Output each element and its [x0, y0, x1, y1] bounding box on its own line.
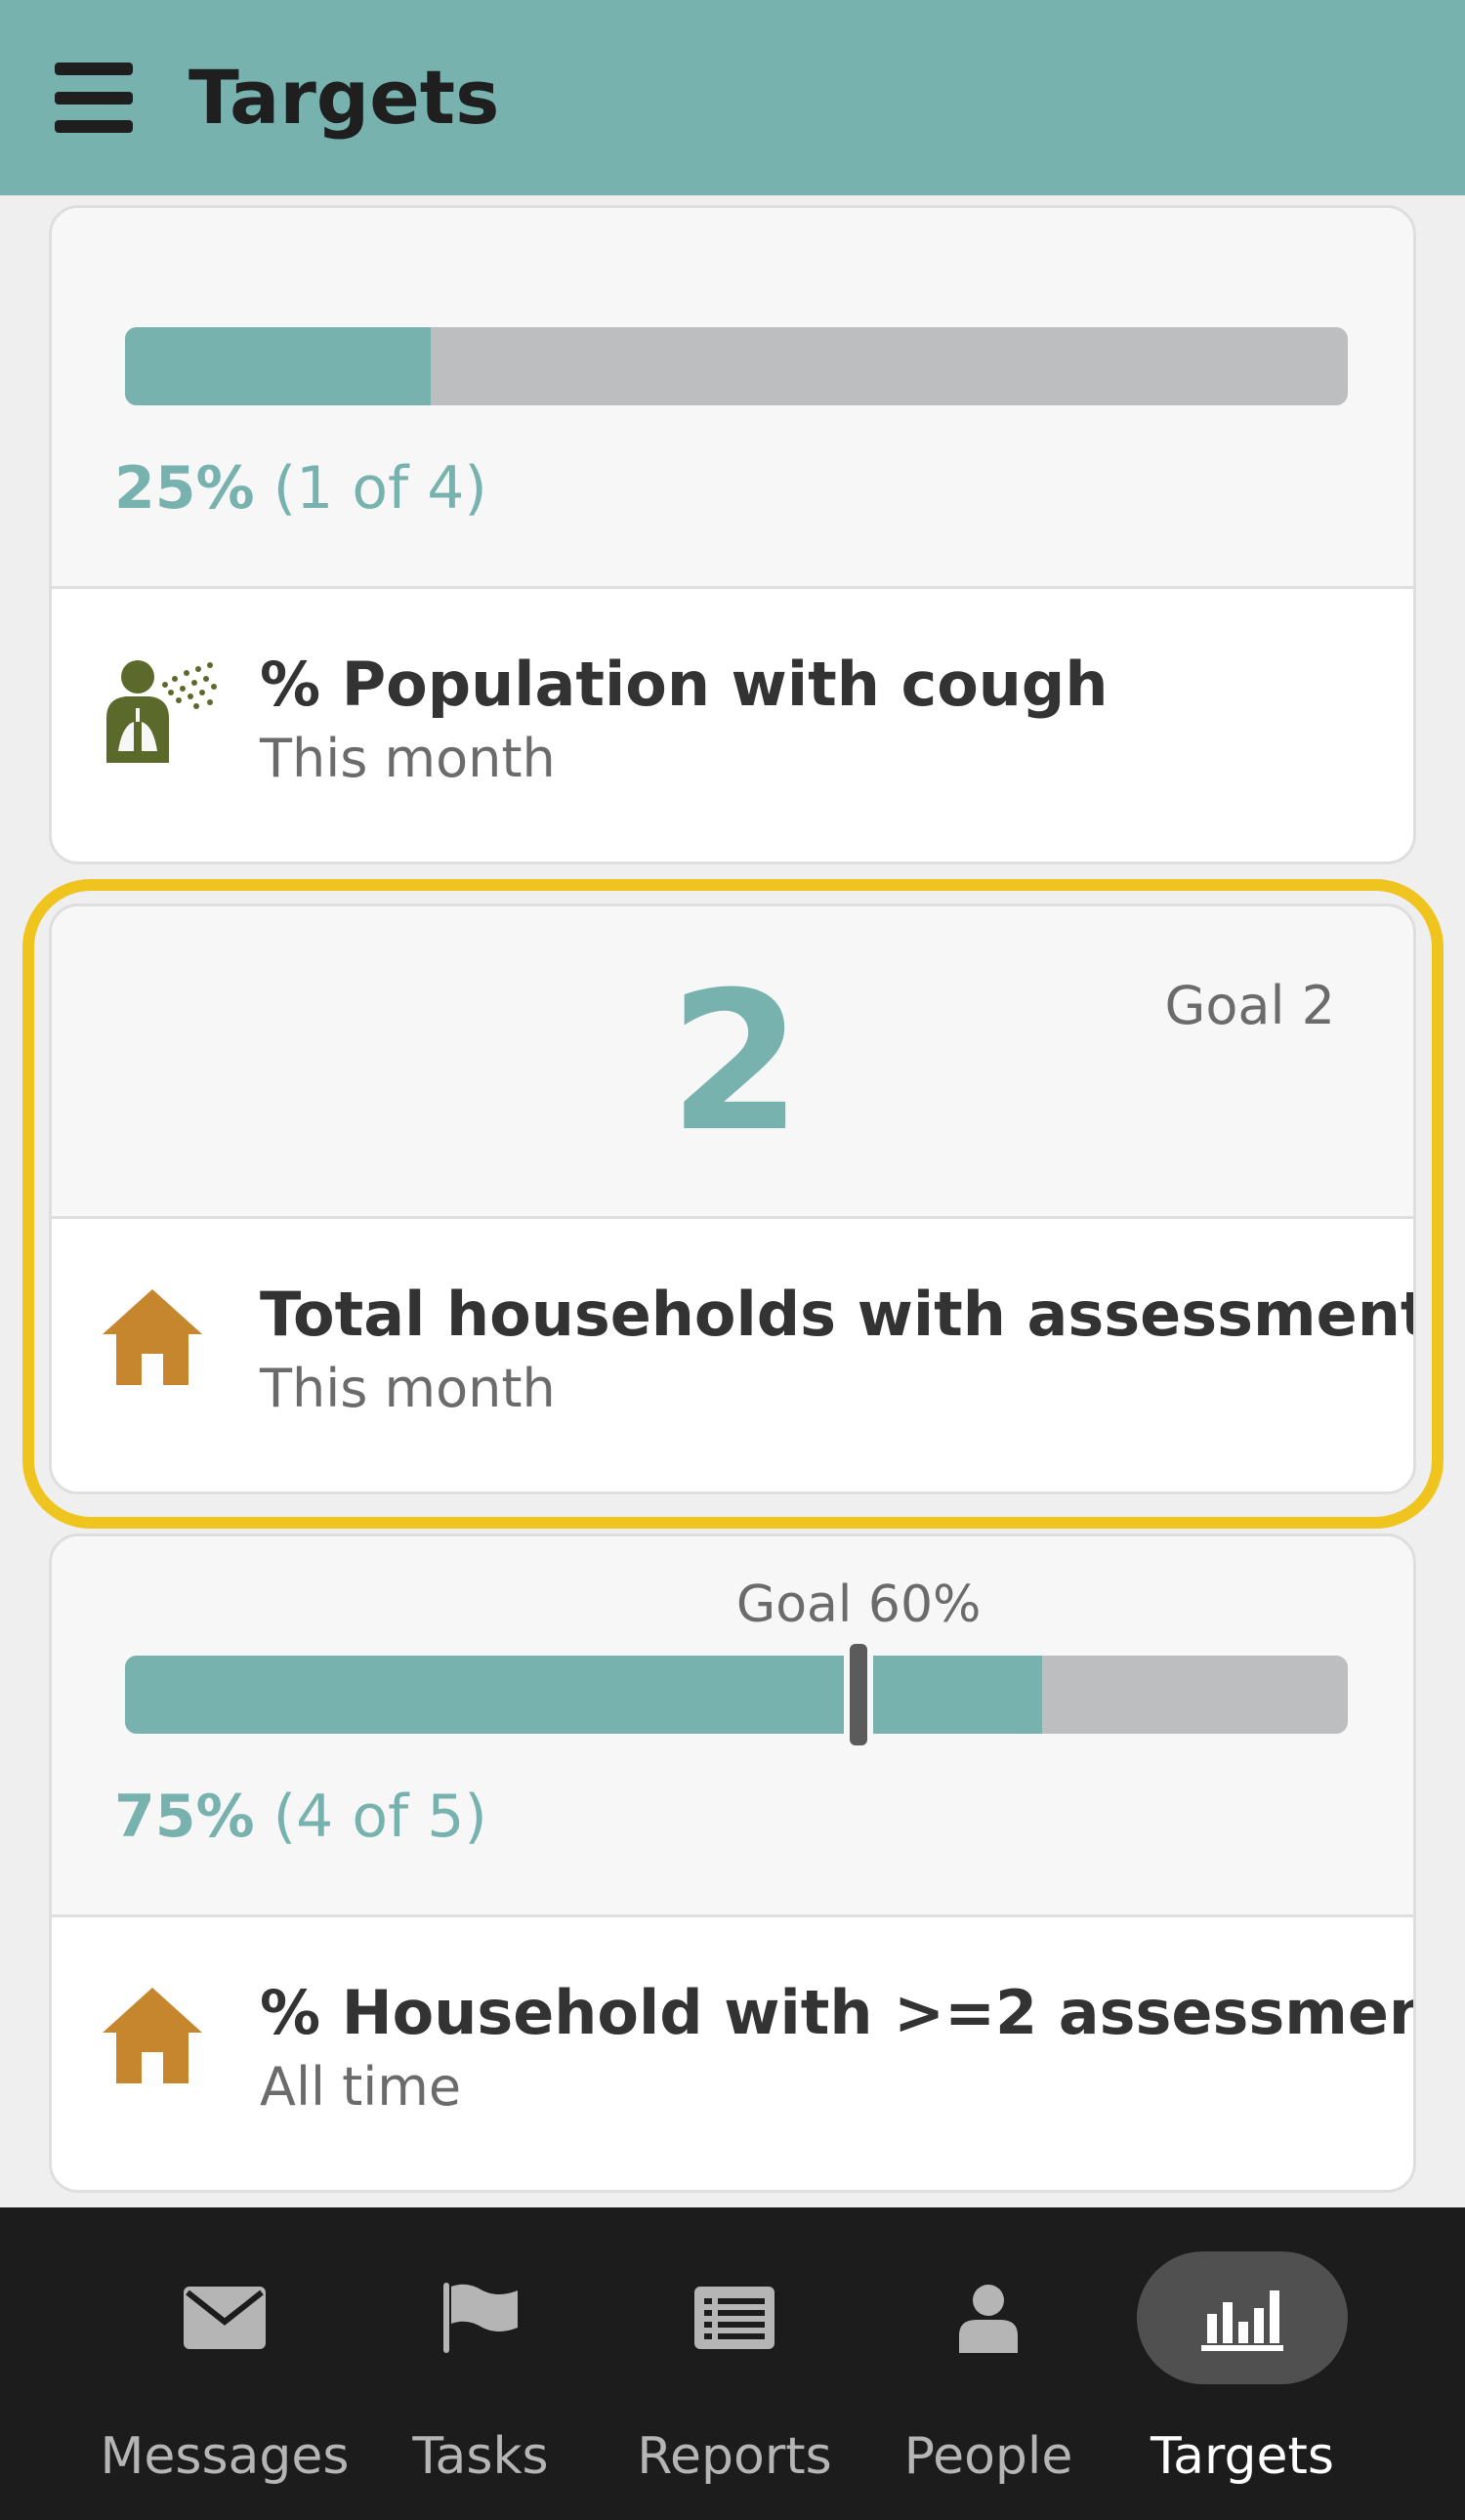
target-card-cough[interactable]: 25% (1 of 4) % Population with cough Thi…	[49, 205, 1416, 864]
envelope-icon	[184, 2287, 266, 2349]
target-info: % Population with cough This month	[52, 589, 1413, 861]
bottom-nav: Messages Tasks Reports People Targets	[0, 2207, 1465, 2520]
target-title: Total households with assessments	[260, 1279, 1416, 1350]
page-title: Targets	[188, 54, 500, 141]
target-period: All time	[260, 2056, 462, 2118]
target-period: This month	[260, 728, 556, 789]
bar-chart-icon	[1201, 2290, 1283, 2351]
nav-label: People	[903, 2427, 1073, 2486]
target-progress-area: 25% (1 of 4)	[52, 208, 1413, 589]
target-progress-area: Goal 60% 75% (4 of 5)	[52, 1536, 1413, 1917]
target-goal: Goal 2	[1164, 975, 1336, 1036]
nav-people[interactable]: People	[861, 2207, 1115, 2520]
nav-label: Targets	[1151, 2427, 1334, 2486]
hamburger-menu-icon[interactable]	[55, 63, 133, 133]
app-header: Targets	[0, 0, 1465, 195]
house-icon	[103, 1289, 202, 1385]
target-info: % Household with >=2 assessments All tim…	[52, 1917, 1416, 2190]
nav-targets[interactable]: Targets	[1115, 2207, 1369, 2520]
progress-bar-fill	[125, 327, 431, 405]
target-period: This month	[260, 1358, 556, 1419]
target-info: Total households with assessments This m…	[52, 1219, 1416, 1491]
progress-percent: 75% (4 of 5)	[114, 1783, 487, 1851]
app: Targets 25% (1 of 4) % Population with c…	[0, 0, 1465, 2520]
target-card-household-assessments[interactable]: Goal 60% 75% (4 of 5) % Household with >…	[49, 1533, 1416, 2193]
person-icon	[959, 2285, 1018, 2353]
target-title: % Population with cough	[260, 649, 1109, 720]
nav-label: Tasks	[412, 2427, 549, 2486]
list-icon	[694, 2287, 774, 2349]
target-count-area: 2 Goal 2	[52, 906, 1413, 1219]
target-card-households[interactable]: 2 Goal 2 Total households with assessmen…	[49, 903, 1416, 1494]
progress-bar	[125, 327, 1348, 405]
cough-person-icon	[106, 660, 217, 763]
nav-messages[interactable]: Messages	[98, 2207, 352, 2520]
nav-reports[interactable]: Reports	[607, 2207, 861, 2520]
nav-label: Reports	[637, 2427, 832, 2486]
progress-percent: 25% (1 of 4)	[114, 454, 487, 523]
goal-label: Goal 60%	[735, 1575, 982, 1634]
house-icon	[103, 1988, 202, 2083]
progress-bar	[125, 1656, 1348, 1734]
nav-tasks[interactable]: Tasks	[354, 2207, 607, 2520]
progress-bar-fill	[125, 1656, 1042, 1734]
flag-icon	[443, 2283, 518, 2353]
target-title: % Household with >=2 assessments	[260, 1977, 1416, 2048]
nav-label: Messages	[100, 2427, 350, 2486]
goal-marker	[850, 1644, 868, 1745]
